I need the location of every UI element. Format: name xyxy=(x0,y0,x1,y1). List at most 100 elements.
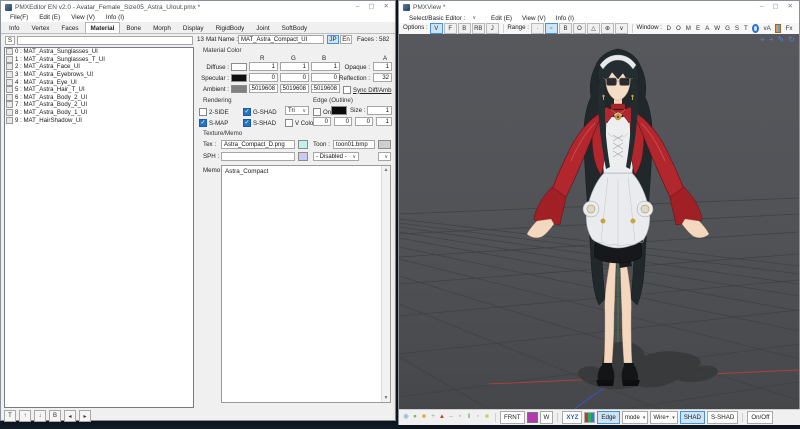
tex-input[interactable]: Astra_Compact_D.png xyxy=(221,140,295,149)
window-toggle-button[interactable]: M xyxy=(683,25,693,32)
ambient-g[interactable]: 0.5019608 xyxy=(280,84,309,93)
material-row[interactable]: 5 : MAT_Astra_Hair_T_UI xyxy=(5,86,193,94)
material-row[interactable]: 8 : MAT_Astra_Body_1_UI xyxy=(5,109,193,117)
material-row[interactable]: 7 : MAT_Astra_Body_2_UI xyxy=(5,101,193,109)
display-toggle-icon[interactable]: ▪ xyxy=(456,414,464,421)
sph-input[interactable] xyxy=(221,152,295,161)
reflection-input[interactable]: 32 xyxy=(373,73,392,82)
display-toggle-icon[interactable]: ‖ xyxy=(465,414,473,421)
material-checkbox[interactable] xyxy=(6,63,13,70)
edge-r[interactable]: 0 xyxy=(313,117,331,126)
diffuse-r[interactable]: 1 xyxy=(249,62,278,71)
display-toggle-icon[interactable]: ● xyxy=(411,414,419,421)
menu-item[interactable]: View (V) xyxy=(517,15,551,22)
axis-icon[interactable] xyxy=(584,412,595,423)
onoff-button[interactable]: On/Off xyxy=(747,411,773,424)
tex-preview-swatch[interactable] xyxy=(298,140,308,149)
s-map-checkbox[interactable]: S-MAP xyxy=(199,119,228,127)
ambient-swatch[interactable] xyxy=(231,85,247,93)
list-nav-button[interactable]: ↓ xyxy=(34,410,46,422)
g-shad-checkbox[interactable]: G-SHAD xyxy=(243,108,277,116)
memo-scrollbar[interactable]: ▲ ▼ xyxy=(381,166,390,402)
front-view-button[interactable]: FRNT xyxy=(500,411,525,424)
grid-view-icon[interactable] xyxy=(775,24,781,33)
tab[interactable]: Bone xyxy=(120,22,147,33)
tab[interactable]: Morph xyxy=(147,22,177,33)
toon-input[interactable]: toon01.bmp xyxy=(333,140,375,149)
option-button[interactable]: F xyxy=(444,23,457,34)
range-button[interactable]: B xyxy=(559,23,572,34)
menu-item[interactable]: Edit (E) xyxy=(34,14,65,21)
list-nav-button[interactable]: ↑ xyxy=(19,410,31,422)
display-toggle-icon[interactable]: ▲ xyxy=(438,414,446,421)
w-button[interactable]: W xyxy=(540,411,554,424)
option-button[interactable]: J xyxy=(486,23,499,34)
option-button[interactable]: B xyxy=(458,23,471,34)
toon-browse-button[interactable] xyxy=(378,140,391,149)
window-toggle-button[interactable]: O xyxy=(673,25,683,32)
range-button[interactable]: · xyxy=(531,23,544,34)
scroll-up-icon[interactable]: ▲ xyxy=(382,167,390,173)
two-side-checkbox[interactable]: 2-SIDE xyxy=(199,108,229,116)
maximize-icon[interactable]: ▢ xyxy=(772,4,778,11)
s-shad-button[interactable]: S-SHAD xyxy=(707,411,738,424)
display-toggle-icon[interactable]: ■ xyxy=(483,414,491,421)
gizmo-icon[interactable]: + xyxy=(769,36,774,44)
tab[interactable]: Faces xyxy=(55,22,84,33)
gizmo-icon[interactable]: ↻ xyxy=(788,36,795,44)
material-row[interactable]: 1 : MAT_Astra_Sunglasses_T_UI xyxy=(5,56,193,64)
menu-item[interactable]: Info (I) xyxy=(101,14,129,21)
list-nav-button[interactable]: ◂ xyxy=(64,410,76,422)
fx-button[interactable]: Fx xyxy=(783,25,795,32)
lang-jp-button[interactable]: JP xyxy=(327,35,339,44)
shad-button[interactable]: SHAD xyxy=(680,411,705,424)
option-button[interactable]: V xyxy=(430,23,443,34)
tab[interactable]: Joint xyxy=(250,22,275,33)
menu-item[interactable]: File(F) xyxy=(5,14,33,21)
material-row[interactable]: 9 : MAT_HairShadow_UI xyxy=(5,116,193,124)
tab[interactable]: Material xyxy=(85,22,121,33)
viewport-3d[interactable] xyxy=(399,34,799,409)
tab[interactable]: SoftBody xyxy=(276,22,314,33)
edge-b[interactable]: 0 xyxy=(355,117,373,126)
s-shad-checkbox[interactable]: S-SHAD xyxy=(243,119,276,127)
window-toggle-button[interactable]: G xyxy=(723,25,733,32)
select-mode-menu[interactable]: Select/Basic Editor : xyxy=(404,15,470,22)
opaque-input[interactable]: 1 xyxy=(373,62,392,71)
range-button[interactable]: O xyxy=(573,23,586,34)
maximize-icon[interactable]: ▢ xyxy=(368,4,374,11)
specular-g[interactable]: 0 xyxy=(280,73,309,82)
diffuse-b[interactable]: 1 xyxy=(311,62,340,71)
close-icon[interactable]: ✕ xyxy=(788,4,793,11)
ambient-r[interactable]: 0.5019608 xyxy=(249,84,278,93)
scroll-down-icon[interactable]: ▼ xyxy=(382,395,390,401)
edge-color-swatch[interactable] xyxy=(331,106,347,115)
material-checkbox[interactable] xyxy=(6,79,13,86)
tab[interactable]: Display xyxy=(177,22,210,33)
gizmo-icon[interactable]: ⌖ xyxy=(760,36,765,44)
edge-a[interactable]: 1 xyxy=(376,117,392,126)
range-button[interactable]: ∨ xyxy=(615,23,628,34)
option-button[interactable]: RB xyxy=(472,23,485,34)
sync-diff-amb-checkbox[interactable]: Sync Diff/Amb xyxy=(343,86,392,94)
window-toggle-button[interactable]: A xyxy=(703,25,712,32)
v-color-checkbox[interactable]: V Color xyxy=(285,119,315,127)
window-toggle-button[interactable]: S xyxy=(732,25,741,32)
mode-select[interactable]: mode▾ xyxy=(622,411,649,424)
material-checkbox[interactable] xyxy=(6,56,13,63)
display-toggle-icon[interactable]: ▪ xyxy=(474,414,482,421)
filter-input[interactable] xyxy=(17,36,193,45)
wire-select[interactable]: Wire+▾ xyxy=(650,411,677,424)
material-row[interactable]: 4 : MAT_Astra_Eye_UI xyxy=(5,78,193,86)
edge-on-checkbox[interactable]: On xyxy=(313,108,331,116)
edge-g[interactable]: 0 xyxy=(334,117,352,126)
window-toggle-button[interactable]: W xyxy=(712,25,723,32)
material-checkbox[interactable] xyxy=(6,117,13,124)
memo-textarea[interactable]: Astra_Compact ▲ ▼ xyxy=(221,165,391,403)
close-icon[interactable]: ✕ xyxy=(384,4,389,11)
xyz-button[interactable]: XYZ xyxy=(562,411,582,424)
material-checkbox[interactable] xyxy=(6,94,13,101)
sph-preview-swatch[interactable] xyxy=(298,152,308,161)
ambient-b[interactable]: 0.5019608 xyxy=(311,84,340,93)
target-icon[interactable] xyxy=(752,24,759,33)
